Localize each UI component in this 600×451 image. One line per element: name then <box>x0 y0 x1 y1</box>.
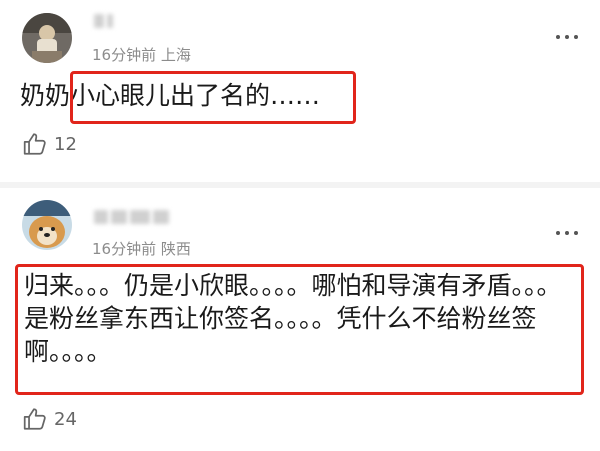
like-count: 24 <box>54 408 77 430</box>
more-icon[interactable] <box>556 231 578 237</box>
comment-item: 16分钟前 上海 奶奶小心眼儿出了名的…… 12 <box>0 0 600 180</box>
avatar[interactable] <box>22 200 72 250</box>
like-button[interactable]: 12 <box>22 131 77 157</box>
comment-meta: 16分钟前 陕西 <box>92 240 191 258</box>
thumbs-up-icon <box>23 408 46 430</box>
username[interactable] <box>94 209 172 227</box>
comment-item: 16分钟前 陕西 归来。。。仍是小欣眼。。。。哪怕和导演有矛盾。。。是粉丝拿东西… <box>0 188 600 451</box>
thumbs-up-icon <box>23 133 46 155</box>
username[interactable] <box>94 13 116 31</box>
avatar[interactable] <box>22 13 72 63</box>
highlight-box <box>15 264 584 395</box>
comment-meta: 16分钟前 上海 <box>92 46 191 64</box>
like-count: 12 <box>54 133 77 155</box>
like-button[interactable]: 24 <box>22 406 77 432</box>
more-icon[interactable] <box>556 35 578 41</box>
highlight-box <box>70 71 356 124</box>
